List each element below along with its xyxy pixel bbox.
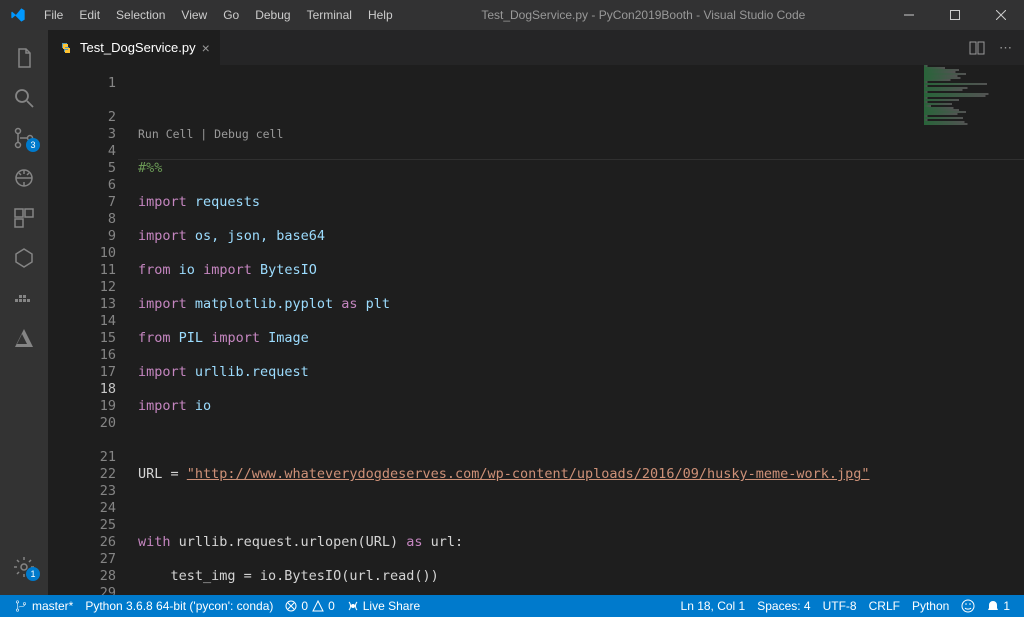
status-feedback[interactable] xyxy=(955,599,981,613)
status-cursor-position[interactable]: Ln 18, Col 1 xyxy=(675,599,752,613)
status-language[interactable]: Python xyxy=(906,599,955,613)
status-eol[interactable]: CRLF xyxy=(863,599,906,613)
debug-icon[interactable] xyxy=(0,158,48,198)
status-encoding[interactable]: UTF-8 xyxy=(817,599,863,613)
tab-label: Test_DogService.py xyxy=(80,40,196,55)
azure-icon[interactable] xyxy=(0,318,48,358)
window-minimize-button[interactable] xyxy=(886,0,932,30)
settings-gear-icon[interactable]: 1 xyxy=(0,547,48,587)
editor-tabs: Test_DogService.py × ⋯ xyxy=(48,30,1024,65)
status-problems[interactable]: 0 0 xyxy=(279,599,340,613)
window-maximize-button[interactable] xyxy=(932,0,978,30)
status-python[interactable]: Python 3.6.8 64-bit ('pycon': conda) xyxy=(79,599,279,613)
window-close-button[interactable] xyxy=(978,0,1024,30)
status-bar: master* Python 3.6.8 64-bit ('pycon': co… xyxy=(0,595,1024,617)
docker-icon[interactable] xyxy=(0,278,48,318)
codelens-run-cell[interactable]: Run Cell | Debug cell xyxy=(138,126,1024,143)
extensions-icon[interactable] xyxy=(0,198,48,238)
menu-help[interactable]: Help xyxy=(360,8,401,22)
code-editor[interactable]: 1234567891011121314151617181920212223242… xyxy=(48,65,1024,595)
settings-badge: 1 xyxy=(26,567,40,581)
search-icon[interactable] xyxy=(0,78,48,118)
split-editor-icon[interactable] xyxy=(969,40,985,56)
error-icon xyxy=(285,600,297,612)
activity-bar: 3 1 xyxy=(0,30,48,595)
editor-area: Test_DogService.py × ⋯ 12345678910111213… xyxy=(48,30,1024,595)
menu-terminal[interactable]: Terminal xyxy=(299,8,360,22)
menubar: File Edit Selection View Go Debug Termin… xyxy=(36,8,401,22)
python-file-icon xyxy=(58,40,74,56)
tab-close-icon[interactable]: × xyxy=(202,40,210,56)
status-branch[interactable]: master* xyxy=(8,599,79,613)
tab-test-dogservice[interactable]: Test_DogService.py × xyxy=(48,30,221,65)
vscode-logo-icon xyxy=(0,7,36,23)
git-branch-icon xyxy=(14,599,28,613)
remote-icon[interactable] xyxy=(0,238,48,278)
line-numbers: 1234567891011121314151617181920212223242… xyxy=(48,65,138,595)
menu-edit[interactable]: Edit xyxy=(71,8,108,22)
menu-go[interactable]: Go xyxy=(215,8,247,22)
bell-icon xyxy=(987,600,999,612)
menu-debug[interactable]: Debug xyxy=(247,8,298,22)
smiley-icon xyxy=(961,599,975,613)
status-spaces[interactable]: Spaces: 4 xyxy=(751,599,816,613)
more-actions-icon[interactable]: ⋯ xyxy=(999,40,1012,56)
minimap[interactable] xyxy=(924,65,1024,595)
status-notifications[interactable]: 1 xyxy=(981,599,1016,613)
broadcast-icon xyxy=(347,600,359,612)
status-live-share[interactable]: Live Share xyxy=(341,599,426,613)
menu-selection[interactable]: Selection xyxy=(108,8,173,22)
title-bar: File Edit Selection View Go Debug Termin… xyxy=(0,0,1024,30)
source-control-icon[interactable]: 3 xyxy=(0,118,48,158)
explorer-icon[interactable] xyxy=(0,38,48,78)
window-title: Test_DogService.py - PyCon2019Booth - Vi… xyxy=(401,8,886,22)
warning-icon xyxy=(312,600,324,612)
menu-file[interactable]: File xyxy=(36,8,71,22)
code-content[interactable]: Run Cell | Debug cell #%% import request… xyxy=(138,65,1024,595)
menu-view[interactable]: View xyxy=(173,8,215,22)
scm-badge: 3 xyxy=(26,138,40,152)
